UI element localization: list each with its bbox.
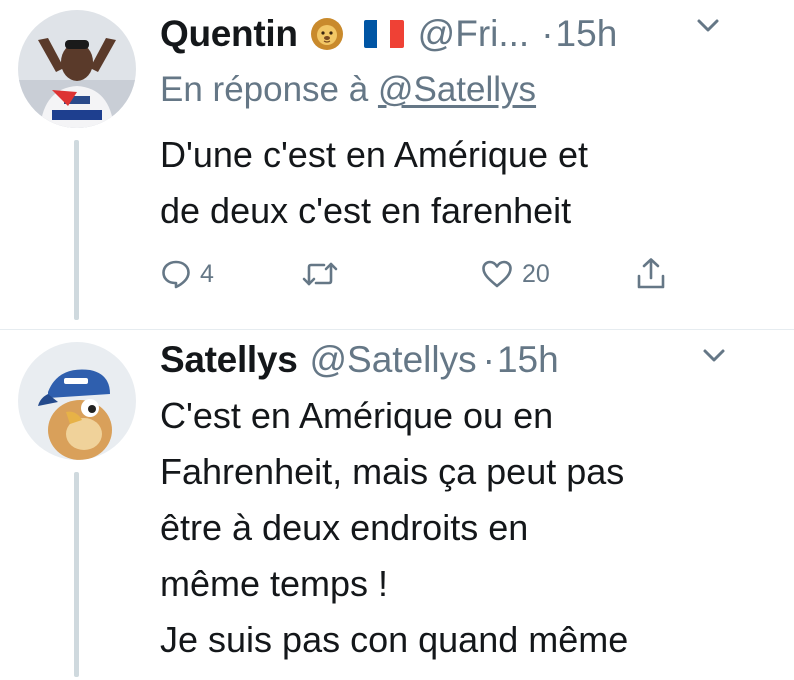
share-button[interactable] (634, 252, 668, 296)
reply-count: 4 (200, 259, 214, 288)
chevron-down-icon[interactable] (700, 344, 728, 366)
display-name[interactable]: Quentin (160, 13, 298, 55)
reply-mention-link[interactable]: @Satellys (378, 70, 536, 109)
avatar-satellys[interactable] (18, 342, 136, 460)
display-name[interactable]: Satellys (160, 339, 298, 381)
tweet-text-line: Je suis pas con quand même (160, 619, 629, 660)
avatar-quentin-image (18, 10, 136, 128)
tweet-text-line: C'est en Amérique ou en (160, 395, 554, 436)
tweet-satellys[interactable]: Satellys @Satellys · 15h C'est en Amériq… (0, 330, 794, 680)
timestamp[interactable]: 15h (556, 13, 618, 55)
avatar-satellys-image (18, 342, 136, 460)
share-icon (634, 256, 668, 292)
reply-context: En réponse à @Satellys (160, 70, 536, 110)
retweet-button[interactable] (300, 252, 348, 296)
tweet-text-line: être à deux endroits en (160, 507, 529, 548)
reply-prefix: En réponse à (160, 70, 369, 109)
tweet-text: D'une c'est en Amérique et de deux c'est… (160, 127, 588, 239)
like-button[interactable]: 20 (480, 252, 550, 296)
retweet-icon (300, 258, 340, 290)
separator-dot: · (541, 13, 554, 54)
flag-france-icon (363, 20, 404, 48)
tweet-quentin[interactable]: Quentin @Fri... · 15h En réponse à @Sate… (0, 0, 794, 330)
heart-icon (480, 258, 514, 290)
tweet-text-line: Fahrenheit, mais ça peut pas (160, 451, 625, 492)
thread-connector-line (74, 140, 79, 320)
tweet-text-line: de deux c'est en farenheit (160, 190, 572, 231)
tweet-header: Satellys @Satellys · 15h (160, 336, 559, 384)
lion-face-icon (310, 17, 344, 51)
tweet-actions: 4 20 (160, 252, 700, 296)
separator-dot: · (482, 339, 495, 380)
speech-bubble-icon (160, 258, 192, 290)
avatar-quentin[interactable] (18, 10, 136, 128)
tweet-text: C'est en Amérique ou en Fahrenheit, mais… (160, 388, 628, 668)
reply-button[interactable]: 4 (160, 252, 214, 296)
thread-connector-line (74, 472, 79, 677)
tweet-text-line: D'une c'est en Amérique et (160, 134, 588, 175)
timestamp[interactable]: 15h (497, 339, 559, 381)
handle[interactable]: @Fri... (418, 13, 530, 55)
chevron-down-icon[interactable] (694, 14, 722, 36)
tweet-text-line: même temps ! (160, 563, 389, 604)
tweet-thread: Quentin @Fri... · 15h En réponse à @Sate… (0, 0, 794, 680)
like-count: 20 (522, 259, 550, 288)
handle[interactable]: @Satellys (309, 339, 476, 381)
tweet-header: Quentin @Fri... · 15h (160, 10, 617, 58)
